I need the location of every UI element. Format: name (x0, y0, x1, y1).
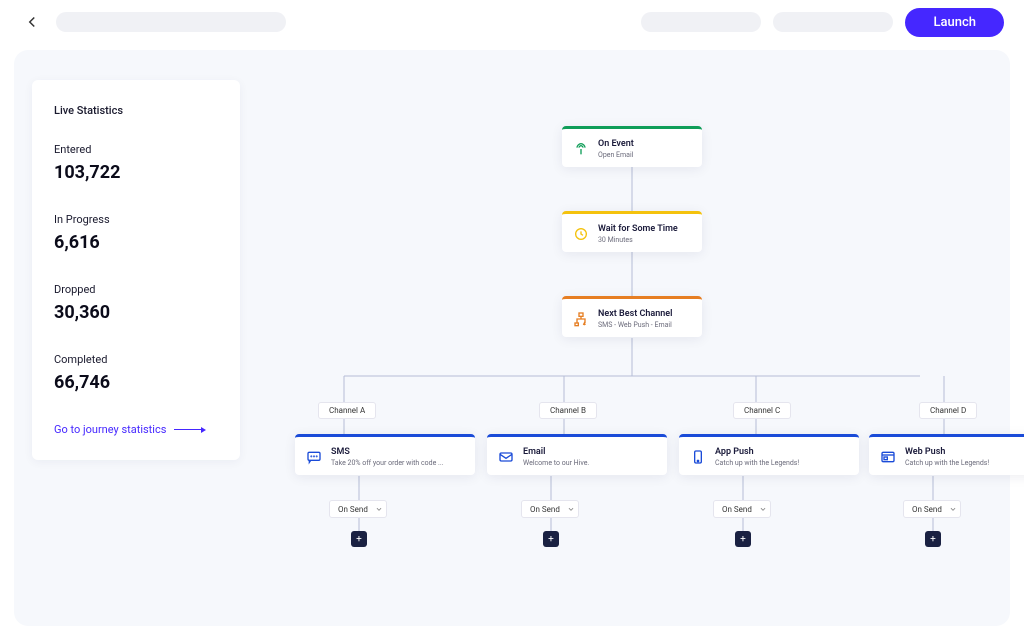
channel-node-sms[interactable]: SMS Take 20% off your order with code ..… (295, 434, 475, 475)
on-send-label: On Send (530, 505, 560, 514)
channel-node-webpush[interactable]: Web Push Catch up with the Legends! (869, 434, 1024, 475)
channel-node-email[interactable]: Email Welcome to our Hive. (487, 434, 667, 475)
stat-completed: Completed 66,746 (54, 353, 218, 393)
chevron-down-icon (948, 504, 958, 514)
stat-dropped: Dropped 30,360 (54, 283, 218, 323)
phone-icon (689, 448, 707, 466)
node-subtitle: Open Email (598, 151, 634, 159)
on-send-selector-a[interactable]: On Send (329, 500, 387, 518)
on-send-selector-c[interactable]: On Send (713, 500, 771, 518)
toolbar-placeholder-2 (773, 12, 893, 32)
add-step-button-d[interactable]: + (925, 531, 941, 547)
broadcast-icon (572, 140, 590, 158)
live-stats-card: Live Statistics Entered 103,722 In Progr… (32, 80, 240, 460)
add-step-button-c[interactable]: + (735, 531, 751, 547)
on-send-label: On Send (338, 505, 368, 514)
node-title: Wait for Some Time (598, 224, 678, 234)
chevron-down-icon (758, 504, 768, 514)
node-title: On Event (598, 139, 634, 149)
node-title: Next Best Channel (598, 309, 672, 319)
chevron-down-icon (374, 504, 384, 514)
node-on-event[interactable]: On Event Open Email (562, 126, 702, 167)
stat-value: 103,722 (54, 162, 218, 183)
toolbar-placeholder-1 (641, 12, 761, 32)
on-send-label: On Send (912, 505, 942, 514)
sms-icon (305, 448, 323, 466)
node-title: App Push (715, 447, 799, 457)
breadcrumb-placeholder (56, 12, 286, 32)
stat-label: In Progress (54, 213, 218, 226)
arrow-right-icon (174, 429, 204, 430)
journey-statistics-link[interactable]: Go to journey statistics (54, 423, 218, 436)
node-wait[interactable]: Wait for Some Time 30 Minutes (562, 211, 702, 252)
journey-canvas: Live Statistics Entered 103,722 In Progr… (14, 50, 1010, 626)
on-send-selector-b[interactable]: On Send (521, 500, 579, 518)
channel-label-b: Channel B (539, 402, 597, 419)
stat-value: 30,360 (54, 302, 218, 323)
stat-value: 66,746 (54, 372, 218, 393)
node-subtitle: 30 Minutes (598, 236, 678, 244)
stat-label: Entered (54, 143, 218, 156)
back-arrow-icon (23, 13, 41, 31)
channel-label-a: Channel A (318, 402, 376, 419)
channel-node-apppush[interactable]: App Push Catch up with the Legends! (679, 434, 859, 475)
channel-label-c: Channel C (733, 402, 791, 419)
routing-icon (572, 310, 590, 328)
stat-in-progress: In Progress 6,616 (54, 213, 218, 253)
stat-label: Dropped (54, 283, 218, 296)
webpush-icon (879, 448, 897, 466)
node-title: Web Push (905, 447, 989, 457)
stats-title: Live Statistics (54, 104, 218, 117)
node-next-best-channel[interactable]: Next Best Channel SMS - Web Push - Email (562, 296, 702, 337)
node-subtitle: Catch up with the Legends! (715, 459, 799, 467)
email-icon (497, 448, 515, 466)
channel-label-d: Channel D (919, 402, 977, 419)
on-send-selector-d[interactable]: On Send (903, 500, 961, 518)
launch-button[interactable]: Launch (905, 8, 1004, 37)
node-subtitle: Catch up with the Legends! (905, 459, 989, 467)
chevron-down-icon (566, 504, 576, 514)
node-title: SMS (331, 447, 444, 457)
add-step-button-b[interactable]: + (543, 531, 559, 547)
node-subtitle: Welcome to our Hive. (523, 459, 589, 467)
back-button[interactable] (20, 10, 44, 34)
node-title: Email (523, 447, 589, 457)
clock-icon (572, 225, 590, 243)
stat-value: 6,616 (54, 232, 218, 253)
node-subtitle: Take 20% off your order with code ... (331, 459, 444, 467)
stat-label: Completed (54, 353, 218, 366)
stat-entered: Entered 103,722 (54, 143, 218, 183)
add-step-button-a[interactable]: + (351, 531, 367, 547)
node-subtitle: SMS - Web Push - Email (598, 321, 672, 329)
on-send-label: On Send (722, 505, 752, 514)
stats-link-label: Go to journey statistics (54, 423, 166, 436)
